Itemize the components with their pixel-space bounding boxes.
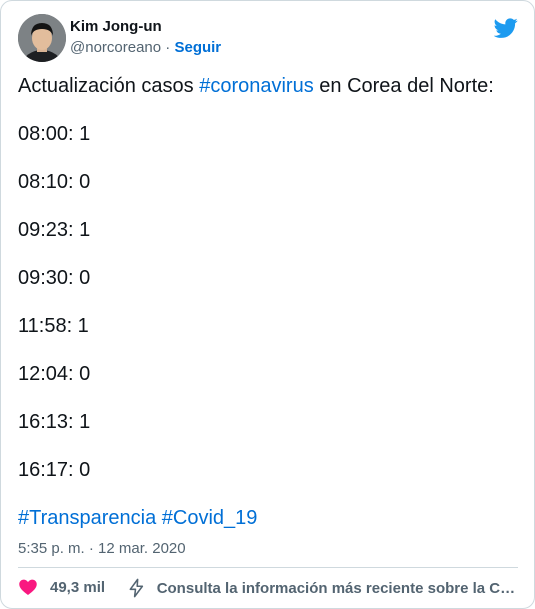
user-handle-line: @norcoreano · Seguir <box>70 39 221 56</box>
case-entry: 16:13: 1 <box>18 411 91 433</box>
user-handle[interactable]: @norcoreano <box>70 39 161 56</box>
lightning-icon <box>129 578 144 598</box>
covid-info-link[interactable]: Consulta la información más reciente sob… <box>126 577 518 599</box>
case-entry: 08:00: 1 <box>18 123 91 145</box>
hashtag-covid-19[interactable]: #Covid_19 <box>162 507 258 529</box>
tweet-header: Kim Jong-un @norcoreano · Seguir <box>18 14 518 62</box>
twitter-bird-icon[interactable] <box>494 16 518 40</box>
heart-icon <box>19 579 37 595</box>
like-count: 49,3 mil <box>50 578 106 596</box>
like-button[interactable]: 49,3 mil <box>18 577 105 597</box>
divider <box>18 567 518 568</box>
user-name[interactable]: Kim Jong-un <box>70 18 162 35</box>
case-entry: 09:30: 0 <box>18 267 91 289</box>
case-entry: 16:17: 0 <box>18 459 91 481</box>
follow-button[interactable]: Seguir <box>174 39 221 56</box>
avatar[interactable] <box>18 14 66 62</box>
case-entry: 09:23: 1 <box>18 219 91 241</box>
covid-info-text: Consulta la información más reciente sob… <box>156 579 518 597</box>
case-entry: 08:10: 0 <box>18 171 91 193</box>
separator: · <box>165 39 171 56</box>
case-entry: 11:58: 1 <box>18 315 89 337</box>
tweet-text: Actualización casos #coronavirus en Core… <box>18 74 518 554</box>
avatar-image <box>18 14 66 62</box>
tweet-card: Kim Jong-un @norcoreano · Seguir Actuali… <box>0 0 535 609</box>
hashtag-transparencia[interactable]: #Transparencia <box>18 507 156 529</box>
tweet-timestamp[interactable]: 5:35 p. m. · 12 mar. 2020 <box>18 540 186 557</box>
case-entry: 12:04: 0 <box>18 363 91 385</box>
tweet-intro: Actualización casos #coronavirus en Core… <box>18 74 518 122</box>
tweet-actions: 49,3 mil Consulta la información más rec… <box>18 577 518 601</box>
intro-prefix: Actualización casos <box>18 75 200 97</box>
intro-suffix: en Corea del Norte: <box>313 75 494 97</box>
hashtag-coronavirus[interactable]: #coronavirus <box>199 75 314 97</box>
